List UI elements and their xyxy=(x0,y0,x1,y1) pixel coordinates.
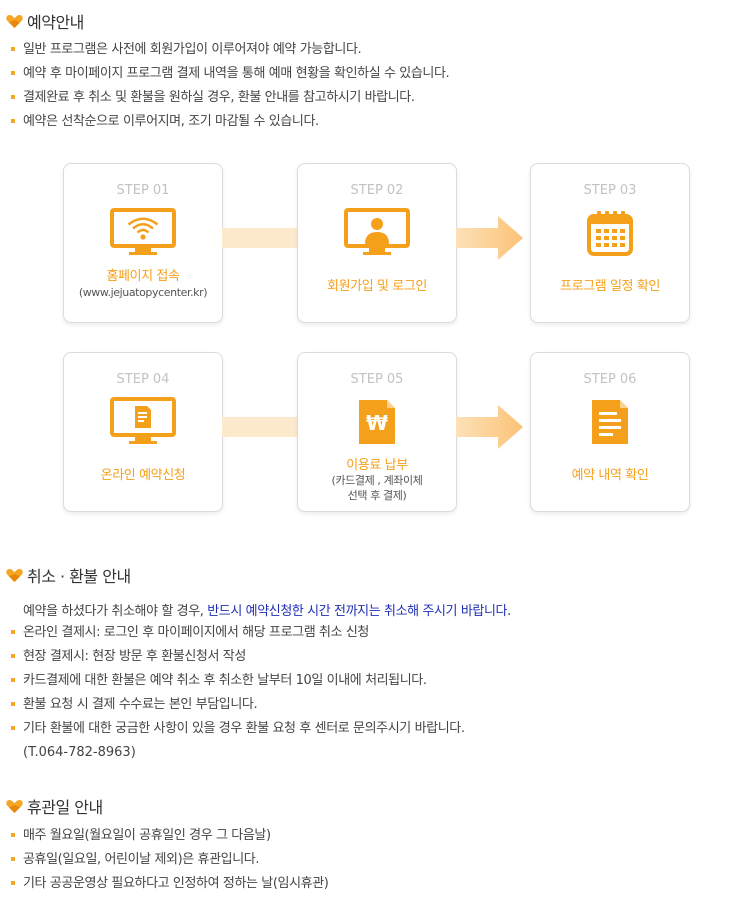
heart-icon xyxy=(6,799,23,813)
list-item: 현장 결제시: 현장 방문 후 환불신청서 작성 xyxy=(10,645,465,669)
list-item: 환불 요청 시 결제 수수료는 본인 부담입니다. xyxy=(10,693,465,717)
reservation-title-row: 예약안내 xyxy=(6,9,84,33)
step-card-2: STEP 02 회원가입 및 로그인 xyxy=(297,163,457,323)
calendar-icon xyxy=(587,211,633,256)
closed-title-row: 휴관일 안내 xyxy=(6,794,103,818)
step-url: (www.jejuatopycenter.kr) xyxy=(78,286,208,299)
step-number: STEP 03 xyxy=(583,183,637,198)
list-item: 예약은 선착순으로 이루어지며, 조기 마감될 수 있습니다. xyxy=(10,110,449,134)
step-card-5: STEP 05 ₩ 이용료 납부 (카드결제 , 계좌이체 선택 후 결제) xyxy=(297,352,457,512)
list-item: 기타 공공운영상 필요하다고 인정하여 정하는 날(임시휴관) xyxy=(10,872,329,896)
list-item: 예약 후 마이페이지 프로그램 결제 내역을 통해 예매 현황을 확인하실 수 … xyxy=(10,62,450,86)
step-label: 온라인 예약신청 xyxy=(100,468,186,483)
step-note-line2: 선택 후 결제) xyxy=(347,489,407,502)
monitor-wifi-icon xyxy=(110,208,176,255)
heart-icon xyxy=(6,14,23,28)
refund-list: 온라인 결제시: 로그인 후 마이페이지에서 해당 프로그램 취소 신청 현장 … xyxy=(10,621,465,741)
section-title: 예약안내 xyxy=(27,13,84,32)
step-label: 프로그램 일정 확인 xyxy=(560,279,660,294)
step-card-4: STEP 04 온라인 예약신청 xyxy=(63,352,223,512)
step-number: STEP 06 xyxy=(583,372,637,387)
step-label: 홈페이지 접속 xyxy=(106,269,180,284)
step-label: 이용료 납부 xyxy=(346,458,408,473)
step-number: STEP 01 xyxy=(116,183,170,198)
step-connector xyxy=(222,417,298,437)
reservation-list: 일반 프로그램은 사전에 회원가입이 이루어져야 예약 가능합니다. 예약 후 … xyxy=(10,38,450,134)
heart-icon xyxy=(6,568,23,582)
refund-title-row: 취소 · 환불 안내 xyxy=(6,563,131,587)
monitor-document-icon xyxy=(110,397,176,444)
step-label: 예약 내역 확인 xyxy=(571,468,649,483)
section-title: 취소 · 환불 안내 xyxy=(27,567,131,586)
section-title: 휴관일 안내 xyxy=(27,798,103,817)
svg-text:₩: ₩ xyxy=(366,411,388,435)
refund-lead: 예약을 하셨다가 취소해야 할 경우, 반드시 예약신청한 시간 전까지는 취소… xyxy=(23,600,511,619)
step-number: STEP 02 xyxy=(350,183,404,198)
step-connector xyxy=(222,228,298,248)
step-number: STEP 05 xyxy=(350,372,404,387)
step-arrow xyxy=(456,405,523,449)
closed-list: 매주 월요일(월요일이 공휴일인 경우 그 다음날) 공휴일(일요일, 어린이날… xyxy=(10,824,329,896)
list-item: 기타 환불에 대한 궁금한 사항이 있을 경우 환불 요청 후 센터로 문의주시… xyxy=(10,717,465,741)
phone-number: (T.064-782-8963) xyxy=(23,745,136,760)
list-item: 결제완료 후 취소 및 환불을 원하실 경우, 환불 안내를 참고하시기 바랍니… xyxy=(10,86,449,110)
step-arrow xyxy=(456,216,523,260)
list-item: 카드결제에 대한 환불은 예약 취소 후 취소한 날부터 10일 이내에 처리됩… xyxy=(10,669,465,693)
step-card-3: STEP 03 프로그램 일정 확인 xyxy=(530,163,690,323)
list-item: 매주 월요일(월요일이 공휴일인 경우 그 다음날) xyxy=(10,824,328,848)
step-card-6: STEP 06 예약 내역 확인 xyxy=(530,352,690,512)
document-icon xyxy=(592,400,628,444)
won-document-icon: ₩ xyxy=(359,400,395,444)
refund-lead-text: 예약을 하셨다가 취소해야 할 경우, xyxy=(23,604,208,619)
step-label: 회원가입 및 로그인 xyxy=(327,279,427,294)
list-item: 온라인 결제시: 로그인 후 마이페이지에서 해당 프로그램 취소 신청 xyxy=(10,621,465,645)
list-item: 공휴일(일요일, 어린이날 제외)은 휴관입니다. xyxy=(10,848,328,872)
step-card-1: STEP 01 홈페이지 접속 (www.jejuatopycenter.kr) xyxy=(63,163,223,323)
step-number: STEP 04 xyxy=(116,372,170,387)
step-note-line1: (카드결제 , 계좌이체 xyxy=(331,474,423,487)
refund-lead-emphasis: 반드시 예약신청한 시간 전까지는 취소해 주시기 바랍니다. xyxy=(207,604,511,619)
list-item: 일반 프로그램은 사전에 회원가입이 이루어져야 예약 가능합니다. xyxy=(10,38,449,62)
monitor-user-icon xyxy=(344,208,410,255)
